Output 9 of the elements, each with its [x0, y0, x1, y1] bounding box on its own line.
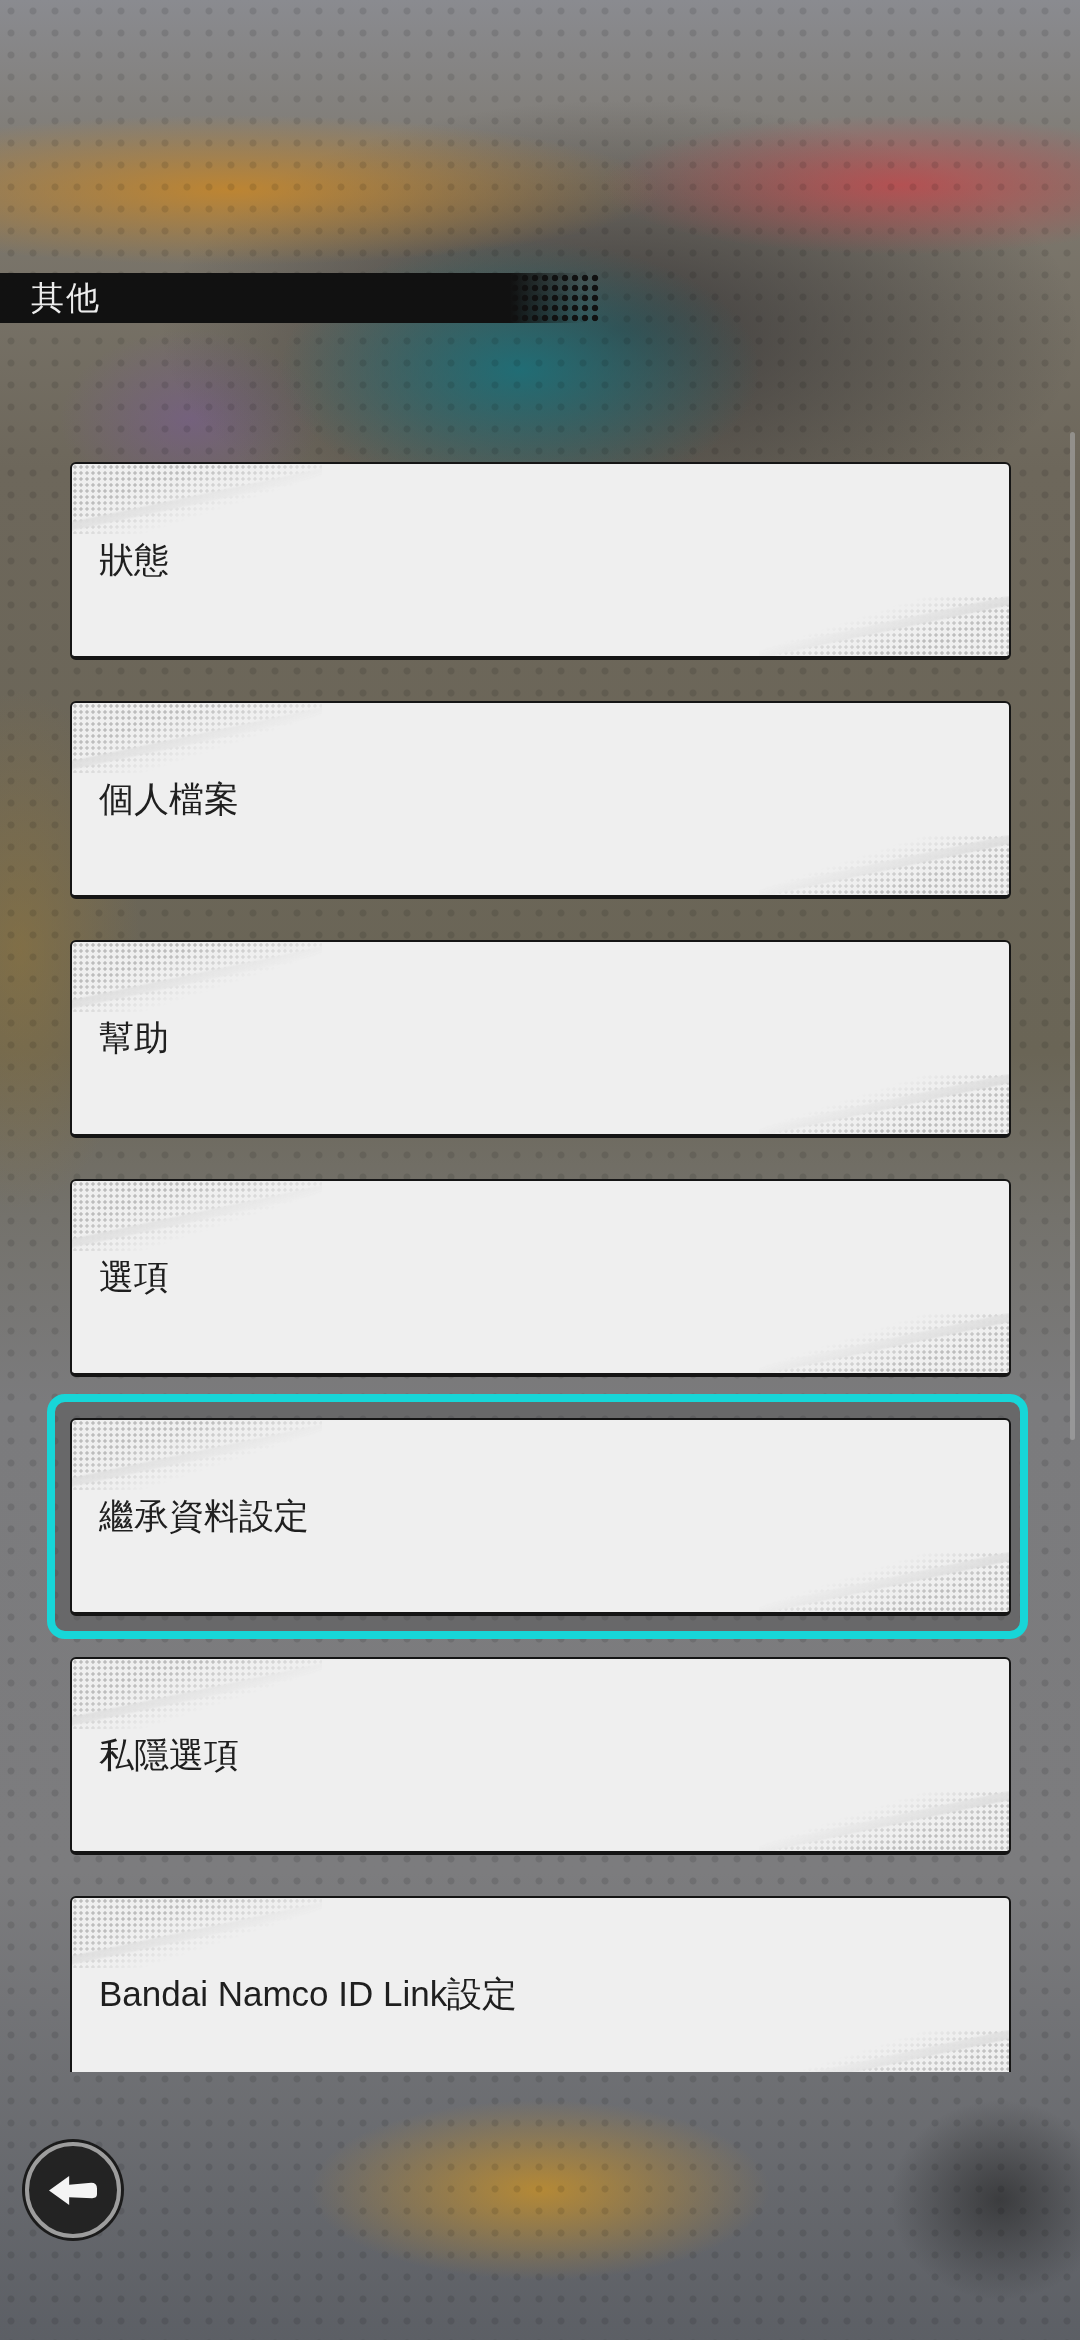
section-title: 其他	[31, 277, 101, 318]
menu-button[interactable]: 幫助	[70, 940, 1011, 1138]
menu-button[interactable]: 個人檔案	[70, 701, 1011, 899]
menu-button[interactable]: 私隱選項	[70, 1657, 1011, 1855]
menu-button[interactable]: 繼承資料設定	[70, 1418, 1011, 1616]
menu-button[interactable]: 狀態	[70, 462, 1011, 660]
menu-button[interactable]: 選項	[70, 1179, 1011, 1377]
back-button[interactable]	[25, 2142, 121, 2238]
arrow-left-icon	[49, 2174, 97, 2206]
